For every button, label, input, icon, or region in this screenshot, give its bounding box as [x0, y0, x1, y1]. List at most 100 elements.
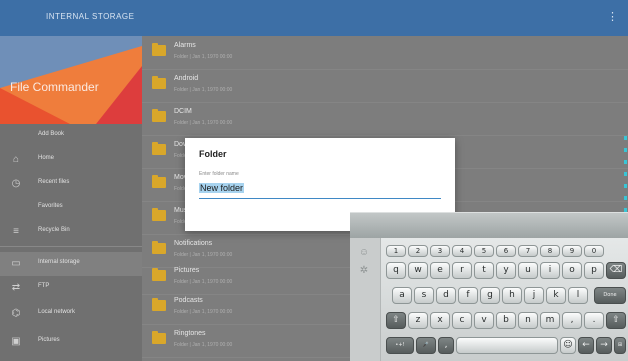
- folder-icon: [152, 298, 166, 311]
- keyboard-side-panel: ☺ ✲: [350, 238, 381, 361]
- key-y[interactable]: y: [496, 262, 516, 279]
- network-icon: ⌬: [11, 308, 21, 319]
- key-comma[interactable]: ,: [562, 312, 582, 329]
- cursor-left-key[interactable]: ←: [578, 337, 594, 354]
- key-1[interactable]: 1: [386, 245, 406, 257]
- key-m[interactable]: m: [540, 312, 560, 329]
- mic-icon[interactable]: 🎤: [416, 337, 436, 354]
- clock-icon: ◷: [11, 178, 21, 189]
- key-v[interactable]: v: [474, 312, 494, 329]
- key-h[interactable]: h: [502, 287, 522, 304]
- key-e[interactable]: e: [430, 262, 450, 279]
- key-6[interactable]: 6: [496, 245, 516, 257]
- folder-icon: [152, 268, 166, 281]
- key-9[interactable]: 9: [562, 245, 582, 257]
- folder-name-input[interactable]: New folder: [199, 182, 441, 199]
- file-meta: Folder | Jan 1, 1970 00:00: [174, 120, 233, 126]
- key-3[interactable]: 3: [430, 245, 450, 257]
- key-0[interactable]: 0: [584, 245, 604, 257]
- emoji-icon[interactable]: ☺: [356, 246, 372, 260]
- file-name: DCIM: [174, 108, 192, 115]
- key-c[interactable]: c: [452, 312, 472, 329]
- key-z[interactable]: z: [408, 312, 428, 329]
- sidebar-item-label: Favorites: [38, 203, 63, 209]
- drawer-header: File Commander: [0, 36, 142, 124]
- folder-icon: [152, 109, 166, 122]
- keyboard-suggestion-bar: [350, 212, 628, 238]
- key-g[interactable]: g: [480, 287, 500, 304]
- key-2[interactable]: 2: [408, 245, 428, 257]
- file-name: Pictures: [174, 267, 200, 274]
- key-7[interactable]: 7: [518, 245, 538, 257]
- app-title: File Commander: [10, 80, 99, 94]
- key-n[interactable]: n: [518, 312, 538, 329]
- key-l[interactable]: l: [568, 287, 588, 304]
- sidebar-item-label: Local network: [38, 309, 76, 315]
- sidebar-item-label: Home: [38, 155, 55, 161]
- sidebar-item-recycle-bin[interactable]: ≡ Recycle Bin: [0, 220, 142, 244]
- key-p[interactable]: p: [584, 262, 604, 279]
- on-screen-keyboard: ☺ ✲ 1 2 3 4 5 6 7 8 9 0 q w e r t y u i …: [350, 238, 628, 361]
- key-b[interactable]: b: [496, 312, 516, 329]
- folder-icon: [152, 241, 166, 254]
- space-key[interactable]: [456, 337, 558, 354]
- file-name: Alarms: [174, 42, 196, 49]
- key-j[interactable]: j: [524, 287, 544, 304]
- key-a[interactable]: a: [392, 287, 412, 304]
- symbols-key[interactable]: •+!: [386, 337, 414, 354]
- sidebar-item-pictures[interactable]: ▣ Pictures: [0, 330, 142, 354]
- folder-icon: [152, 43, 166, 56]
- sidebar-item-recent[interactable]: ◷ Recent files: [0, 172, 142, 196]
- file-name: Podcasts: [174, 297, 203, 304]
- key-o[interactable]: o: [562, 262, 582, 279]
- file-meta: Folder | Jan 1, 1970 00:00: [174, 309, 233, 315]
- add-icon: [10, 130, 22, 142]
- done-key[interactable]: Done: [594, 287, 626, 304]
- cursor-right-key[interactable]: →: [596, 337, 612, 354]
- sidebar-item-label: Recent files: [38, 179, 70, 185]
- key-s[interactable]: s: [414, 287, 434, 304]
- key-period[interactable]: .: [584, 312, 604, 329]
- key-q[interactable]: q: [386, 262, 406, 279]
- sidebar-item-ftp[interactable]: ⇄ FTP: [0, 276, 142, 300]
- file-meta: Folder | Jan 1, 1970 00:00: [174, 252, 233, 258]
- folder-icon: [152, 208, 166, 221]
- key-t[interactable]: t: [474, 262, 494, 279]
- key-k[interactable]: k: [546, 287, 566, 304]
- key-x[interactable]: x: [430, 312, 450, 329]
- key-d[interactable]: d: [436, 287, 456, 304]
- key-8[interactable]: 8: [540, 245, 560, 257]
- key-f[interactable]: f: [458, 287, 478, 304]
- key-r[interactable]: r: [452, 262, 472, 279]
- settings-icon[interactable]: ✲: [356, 264, 372, 278]
- sidebar-item-favorites[interactable]: Favorites: [0, 196, 142, 220]
- key-4[interactable]: 4: [452, 245, 472, 257]
- sidebar-item-add-book[interactable]: Add Book: [0, 124, 142, 148]
- layout-key[interactable]: ⊞: [614, 337, 626, 354]
- list-item[interactable]: DCIM Folder | Jan 1, 1970 00:00: [142, 102, 628, 136]
- key-5[interactable]: 5: [474, 245, 494, 257]
- sidebar-item-internal-storage[interactable]: ▭ Internal storage: [0, 252, 142, 276]
- file-name: Notifications: [174, 240, 213, 247]
- folder-icon: [152, 142, 166, 155]
- list-item[interactable]: Alarms Folder | Jan 1, 1970 00:00: [142, 36, 628, 70]
- shift-key[interactable]: ⇧: [386, 312, 406, 329]
- key-w[interactable]: w: [408, 262, 428, 279]
- more-vert-icon[interactable]: ⋮: [607, 10, 618, 23]
- comma-key[interactable]: ,: [438, 337, 454, 354]
- sidebar-item-home[interactable]: ⌂ Home: [0, 148, 142, 172]
- file-name: Ringtones: [174, 330, 206, 337]
- backspace-key[interactable]: ⌫: [606, 262, 626, 279]
- file-meta: Folder | Jan 1, 1970 00:00: [174, 54, 233, 60]
- key-i[interactable]: i: [540, 262, 560, 279]
- sidebar-item-local-network[interactable]: ⌬ Local network: [0, 302, 142, 326]
- emoji-key[interactable]: ☺: [560, 337, 576, 354]
- list-item[interactable]: Android Folder | Jan 1, 1970 00:00: [142, 69, 628, 103]
- shift-right-key[interactable]: ⇧: [606, 312, 626, 329]
- sidebar-item-label: Internal storage: [38, 259, 80, 265]
- folder-name-value[interactable]: New folder: [199, 183, 245, 193]
- trash-icon: ≡: [13, 226, 19, 237]
- folder-icon: [152, 175, 166, 188]
- key-u[interactable]: u: [518, 262, 538, 279]
- ftp-icon: ⇄: [11, 282, 21, 293]
